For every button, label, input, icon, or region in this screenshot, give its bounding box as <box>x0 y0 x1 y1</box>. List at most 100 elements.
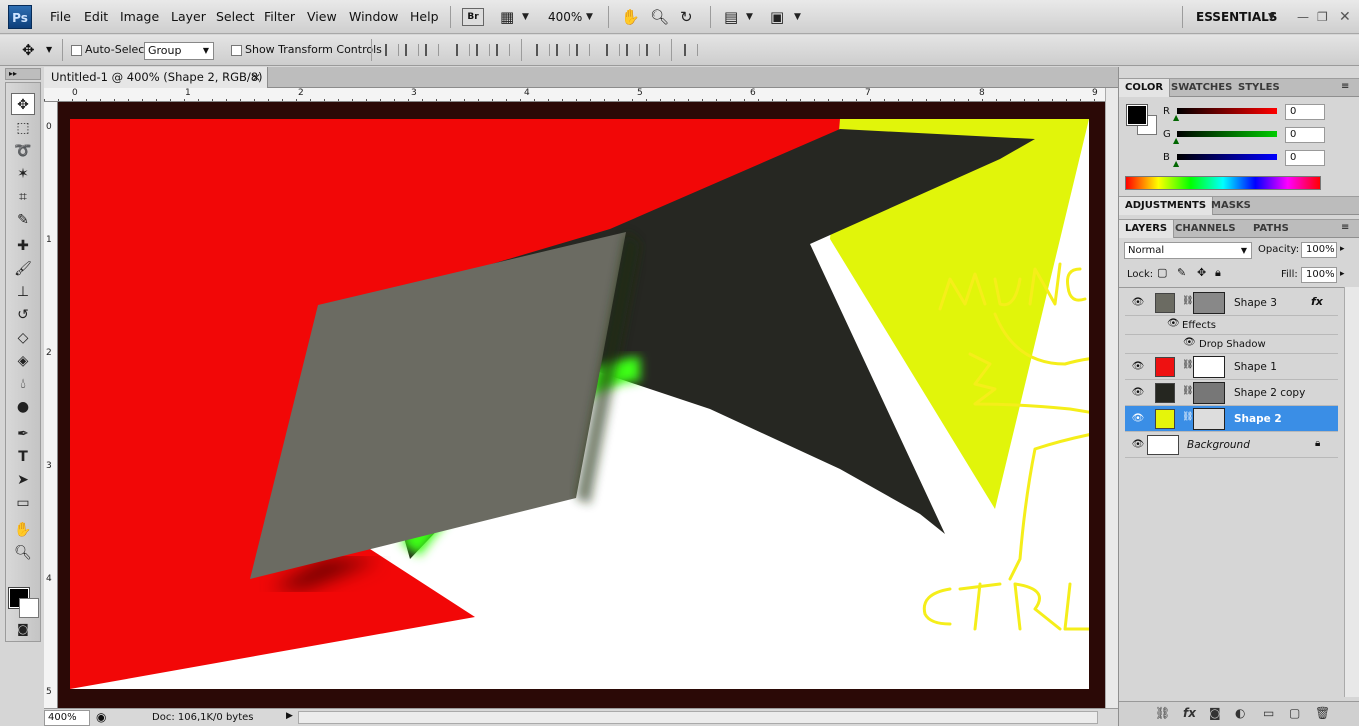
quick-mask-icon[interactable]: ◙ <box>11 618 35 640</box>
distribute-hcenter-icon[interactable] <box>626 44 640 56</box>
add-style-icon[interactable]: fx <box>1183 706 1196 720</box>
move-tool-icon[interactable]: ✥ <box>11 93 35 115</box>
chevron-down-icon[interactable]: ▼ <box>522 0 529 34</box>
add-mask-icon[interactable]: ◙ <box>1209 706 1221 720</box>
layers-scrollbar[interactable] <box>1344 287 1359 697</box>
rotate-view-icon[interactable]: ↻ <box>680 0 693 34</box>
adjustment-layer-icon[interactable]: ◐ <box>1235 706 1245 720</box>
close-icon[interactable]: × <box>251 67 261 88</box>
menu-select[interactable]: Select <box>216 0 255 34</box>
lock-all-icon[interactable]: 🔒︎ <box>1215 266 1221 280</box>
visibility-eye-icon[interactable]: 👁︎ <box>1183 337 1196 348</box>
view-extras-icon[interactable]: ▦ <box>500 0 514 34</box>
horizontal-scrollbar[interactable] <box>298 711 1098 724</box>
lasso-tool-icon[interactable]: ➰ <box>11 140 35 162</box>
opacity-field[interactable]: 100% <box>1301 242 1337 258</box>
layer-row-background[interactable]: 👁︎ Background 🔒︎ <box>1125 432 1338 458</box>
status-info-icon[interactable]: ◉ <box>96 710 106 724</box>
foreground-color-swatch[interactable] <box>1126 104 1148 126</box>
eyedropper-icon[interactable]: ✎ <box>11 209 35 231</box>
tab-paths[interactable]: PATHS <box>1247 220 1295 238</box>
layer-row-shape-2[interactable]: 👁︎ ⛓︎ Shape 2 <box>1125 406 1338 432</box>
align-hcenter-icon[interactable] <box>476 44 490 56</box>
crop-tool-icon[interactable]: ⌗ <box>11 186 35 208</box>
menu-filter[interactable]: Filter <box>264 0 295 34</box>
healing-brush-icon[interactable]: ✚ <box>11 235 35 257</box>
history-brush-icon[interactable]: ↺ <box>11 304 35 326</box>
align-top-icon[interactable] <box>385 44 399 56</box>
distribute-vcenter-icon[interactable] <box>556 44 570 56</box>
auto-select-dropdown[interactable]: Group ▼ <box>144 42 214 60</box>
menu-edit[interactable]: Edit <box>84 0 108 34</box>
distribute-right-icon[interactable] <box>646 44 660 56</box>
menu-file[interactable]: File <box>50 0 71 34</box>
tab-layers[interactable]: LAYERS <box>1119 220 1175 238</box>
type-tool-icon[interactable]: T <box>11 446 35 468</box>
background-color-swatch[interactable] <box>19 598 39 618</box>
show-transform-checkbox[interactable] <box>231 45 242 56</box>
align-vcenter-icon[interactable] <box>405 44 419 56</box>
tab-channels[interactable]: CHANNELS <box>1169 220 1242 238</box>
blur-tool-icon[interactable]: 💧︎ <box>11 373 35 395</box>
align-right-icon[interactable] <box>496 44 510 56</box>
magic-wand-icon[interactable]: ✶ <box>11 163 35 185</box>
visibility-eye-icon[interactable]: 👁︎ <box>1167 318 1180 329</box>
auto-select-checkbox[interactable] <box>71 45 82 56</box>
align-bottom-icon[interactable] <box>425 44 439 56</box>
slider-handle-icon[interactable]: ▲ <box>1173 136 1179 145</box>
move-tool-icon[interactable]: ✥ <box>22 41 35 59</box>
slider-handle-icon[interactable]: ▲ <box>1173 159 1179 168</box>
bridge-button[interactable]: Br <box>462 8 484 26</box>
zoom-icon[interactable]: 🔍︎ <box>650 0 669 34</box>
zoom-tool-icon[interactable]: 🔍︎ <box>11 542 35 564</box>
color-spectrum-bar[interactable] <box>1125 176 1321 190</box>
link-layers-icon[interactable]: ⛓︎ <box>1155 706 1170 720</box>
chevron-down-icon[interactable]: ▼ <box>746 0 753 34</box>
distribute-bottom-icon[interactable] <box>576 44 590 56</box>
layer-effects-row[interactable]: 👁︎ Effects <box>1125 316 1338 335</box>
new-group-icon[interactable]: ▭ <box>1263 706 1274 720</box>
fill-field[interactable]: 100% <box>1301 267 1337 283</box>
chevron-down-icon[interactable]: ▼ <box>586 0 593 34</box>
menu-layer[interactable]: Layer <box>171 0 206 34</box>
close-icon[interactable]: ✕ <box>1339 0 1351 34</box>
layer-row-shape-2-copy[interactable]: 👁︎ ⛓︎ Shape 2 copy <box>1125 380 1338 406</box>
chevron-right-icon[interactable]: ▸ <box>1340 244 1345 254</box>
visibility-eye-icon[interactable]: 👁︎ <box>1131 360 1145 374</box>
chevron-down-icon[interactable]: ▼ <box>1268 0 1275 34</box>
channel-g-slider[interactable] <box>1177 131 1277 137</box>
new-layer-icon[interactable]: ▢ <box>1289 706 1300 720</box>
path-selection-icon[interactable]: ➤ <box>11 469 35 491</box>
chevron-down-icon[interactable]: ▼ <box>794 0 801 34</box>
panel-menu-icon[interactable]: ≡ <box>1341 81 1349 92</box>
auto-align-icon[interactable] <box>684 44 698 56</box>
clone-stamp-icon[interactable]: ⊥ <box>11 281 35 303</box>
distribute-top-icon[interactable] <box>536 44 550 56</box>
minimize-icon[interactable]: — <box>1297 0 1309 34</box>
screen-mode-icon[interactable]: ▣ <box>770 0 784 34</box>
visibility-eye-icon[interactable]: 👁︎ <box>1131 386 1145 400</box>
dodge-tool-icon[interactable]: ● <box>11 396 35 418</box>
workspace-switcher[interactable]: ESSENTIALS <box>1196 0 1277 34</box>
distribute-left-icon[interactable] <box>606 44 620 56</box>
layer-row-shape-1[interactable]: 👁︎ ⛓︎ Shape 1 <box>1125 354 1338 380</box>
channel-r-slider[interactable] <box>1177 108 1277 114</box>
effects-fx-icon[interactable]: fx <box>1311 295 1323 308</box>
tab-swatches[interactable]: SWATCHES <box>1165 79 1238 97</box>
tab-adjustments[interactable]: ADJUSTMENTS <box>1119 197 1214 215</box>
slider-handle-icon[interactable]: ▲ <box>1173 113 1179 122</box>
channel-b-slider[interactable] <box>1177 154 1277 160</box>
menu-window[interactable]: Window <box>349 0 398 34</box>
drop-shadow-row[interactable]: 👁︎ Drop Shadow <box>1125 335 1338 354</box>
menu-help[interactable]: Help <box>410 0 439 34</box>
restore-icon[interactable]: ❐ <box>1317 0 1328 34</box>
status-zoom-field[interactable]: 400% <box>44 710 90 726</box>
marquee-tool-icon[interactable]: ⬚ <box>11 117 35 139</box>
rectangle-tool-icon[interactable]: ▭ <box>11 492 35 514</box>
lock-position-icon[interactable]: ✥ <box>1197 266 1206 279</box>
tab-masks[interactable]: MASKS <box>1205 197 1257 215</box>
hand-tool-icon[interactable]: ✋ <box>11 519 35 541</box>
panel-menu-icon[interactable]: ≡ <box>1341 222 1349 233</box>
eraser-icon[interactable]: ◇ <box>11 327 35 349</box>
vertical-scrollbar[interactable] <box>1105 88 1118 708</box>
